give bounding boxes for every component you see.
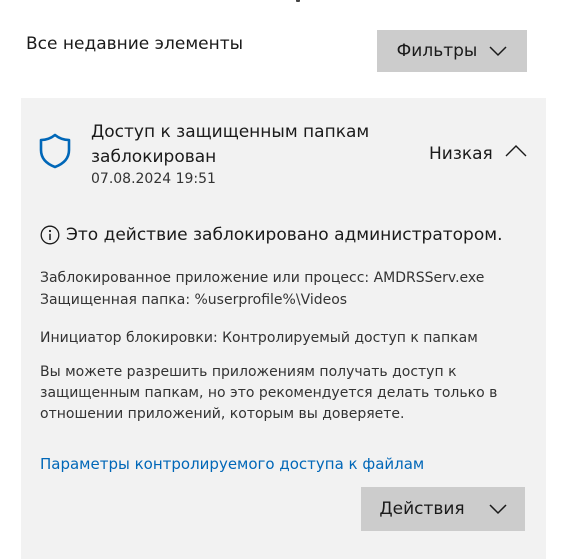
blocked-message: Это действие заблокировано администратор…	[40, 225, 502, 245]
description-text: Вы можете разрешить приложениям получать…	[40, 364, 498, 422]
actions-button[interactable]: Действия	[361, 487, 525, 531]
initiator-line: Инициатор блокировки: Контролируемый дос…	[40, 330, 478, 346]
protected-folder-line: Защищенная папка: %userprofile%\Videos	[40, 292, 348, 308]
chevron-down-icon	[489, 504, 507, 515]
blocked-app-line: Заблокированное приложение или процесс: …	[40, 270, 485, 286]
actions-button-label: Действия	[379, 499, 465, 519]
controlled-access-settings-link[interactable]: Параметры контролируемого доступа к файл…	[40, 455, 424, 473]
info-icon	[40, 225, 60, 245]
filters-button[interactable]: Фильтры	[377, 30, 527, 72]
top-clip	[296, 0, 300, 2]
filters-button-label: Фильтры	[396, 41, 478, 61]
blocked-message-text: Это действие заблокировано администратор…	[66, 225, 503, 245]
chevron-up-icon[interactable]	[505, 144, 527, 158]
shield-icon	[39, 133, 71, 169]
page: Все недавние элементы Фильтры Доступ к з…	[0, 0, 562, 559]
section-title: Все недавние элементы	[26, 34, 244, 54]
card-title: Доступ к защищенным папкам заблокирован	[91, 122, 370, 167]
severity-label: Низкая	[429, 144, 493, 164]
card-date: 07.08.2024 19:51	[91, 171, 216, 187]
threat-card: Доступ к защищенным папкам заблокирован …	[21, 98, 546, 559]
chevron-down-icon	[489, 46, 507, 57]
